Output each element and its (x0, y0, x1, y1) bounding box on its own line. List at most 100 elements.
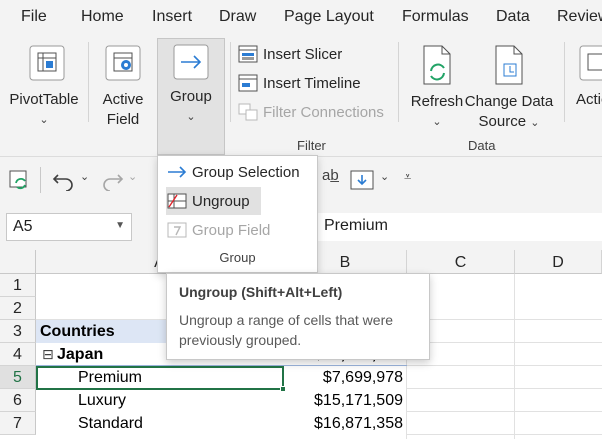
pivottable-label: PivotTable (9, 91, 79, 108)
gridline (407, 388, 602, 389)
filter-connections-icon (238, 103, 258, 121)
gridline (514, 274, 515, 439)
cell-b7[interactable]: $16,871,358 (292, 415, 403, 433)
change-data-source-label-2: Source (478, 113, 527, 130)
insert-timeline-button[interactable]: Insert Timeline (238, 74, 361, 92)
tooltip-body: Ungroup a range of cells that were previ… (179, 310, 417, 350)
actions-icon (579, 45, 602, 81)
tab-home[interactable]: Home (81, 8, 124, 26)
actions-button[interactable]: Actio (572, 40, 602, 126)
group-button[interactable]: Group ⌄ (157, 38, 225, 155)
gridline (407, 411, 602, 412)
column-header-d[interactable]: D (515, 250, 602, 274)
cell-a4[interactable]: Japan (57, 346, 103, 364)
group-dropdown-footer: Group (219, 250, 256, 265)
group-label: Group (170, 88, 212, 105)
chevron-down-icon: ⌄ (39, 114, 49, 126)
refresh-button[interactable]: Refresh ⌄ (408, 40, 466, 128)
chevron-down-icon[interactable]: ⌄ (80, 170, 89, 183)
chevron-down-icon[interactable]: ⌄ (128, 170, 137, 183)
menu-bar: File Home Insert Draw Page Layout Formul… (0, 0, 602, 36)
sort-icon[interactable] (350, 169, 376, 191)
chevron-down-icon[interactable]: ▼ (115, 220, 125, 231)
tooltip-body-line-1: Ungroup a range of cells that were (179, 312, 394, 328)
active-field-icon (105, 45, 141, 81)
tab-insert[interactable]: Insert (152, 8, 192, 26)
change-data-source-button[interactable]: Change Data Source ⌄ (464, 40, 554, 130)
tooltip-title: Ungroup (Shift+Alt+Left) (179, 284, 343, 300)
undo-icon[interactable] (52, 169, 76, 191)
save-refresh-icon[interactable] (8, 169, 30, 191)
arrow-right-icon (168, 166, 187, 178)
group-icon (173, 44, 209, 80)
insert-timeline-label: Insert Timeline (263, 74, 361, 92)
group-field-menu-item[interactable]: Group Field (166, 216, 311, 244)
gridline (407, 434, 602, 435)
gridline (407, 342, 602, 343)
tab-review[interactable]: Review (557, 8, 602, 26)
selected-cell-border (36, 366, 284, 390)
group-selection-label: Group Selection (192, 163, 300, 181)
row-header-3[interactable]: 3 (0, 320, 36, 343)
cell-a6[interactable]: Luxury (78, 392, 126, 410)
chevron-down-icon: ⌄ (432, 116, 442, 128)
tab-formulas[interactable]: Formulas (402, 8, 469, 26)
filter-group-label: Filter (297, 138, 326, 153)
row-header-4[interactable]: 4 (0, 343, 36, 366)
cell-b6[interactable]: $15,171,509 (292, 392, 403, 410)
filter-connections-label: Filter Connections (263, 103, 384, 121)
row-header-1[interactable]: 1 (0, 274, 36, 297)
row-header-5[interactable]: 5 (0, 366, 36, 389)
ungroup-icon (167, 193, 187, 209)
gridline (407, 365, 602, 366)
tab-data[interactable]: Data (496, 8, 530, 26)
tab-draw[interactable]: Draw (219, 8, 256, 26)
tab-file[interactable]: File (21, 8, 47, 26)
row-header-2[interactable]: 2 (0, 297, 36, 320)
ungroup-tooltip: Ungroup (Shift+Alt+Left) Ungroup a range… (166, 273, 430, 360)
row-header-6[interactable]: 6 (0, 389, 36, 412)
redo-icon[interactable] (100, 169, 124, 191)
group-selection-menu-item[interactable]: Group Selection (166, 158, 311, 186)
customize-qat-icon[interactable]: ⩡ (404, 169, 411, 185)
name-box-value: A5 (13, 218, 33, 235)
formula-input[interactable]: Premium (318, 213, 602, 241)
name-box[interactable]: A5 ▼ (6, 213, 132, 241)
row-header-7[interactable]: 7 (0, 412, 36, 435)
cell-a7[interactable]: Standard (78, 415, 143, 433)
active-field-button[interactable]: Active Field (94, 40, 152, 128)
chevron-down-icon: ⌄ (186, 111, 196, 123)
group-field-icon (167, 222, 187, 238)
ribbon-divider (88, 42, 89, 122)
data-group-label: Data (468, 138, 496, 153)
cell-a3[interactable]: Countries (40, 323, 115, 341)
formula-value: Premium (324, 217, 389, 234)
tab-page-layout[interactable]: Page Layout (284, 8, 374, 26)
fill-handle[interactable] (280, 386, 286, 392)
refresh-label: Refresh (410, 93, 464, 110)
column-header-c[interactable]: C (407, 250, 515, 274)
ungroup-label: Ungroup (192, 192, 250, 210)
collapse-icon[interactable]: ⊟ (42, 346, 54, 363)
group-dropdown-menu: Group Selection Ungroup Group Field Grou… (157, 155, 318, 273)
insert-slicer-label: Insert Slicer (263, 45, 343, 63)
insert-slicer-button[interactable]: Insert Slicer (238, 45, 342, 63)
cell-a5[interactable]: Premium (78, 369, 142, 387)
active-field-label-2: Field (106, 111, 140, 128)
select-all-corner[interactable] (0, 250, 36, 274)
change-data-source-icon (495, 45, 523, 85)
timeline-icon (238, 74, 258, 92)
chevron-down-icon[interactable]: ⌄ (380, 170, 389, 183)
filter-connections-button[interactable]: Filter Connections (238, 103, 384, 121)
actions-label: Actio (576, 91, 602, 108)
pivottable-icon (29, 45, 65, 81)
pivottable-button[interactable]: PivotTable ⌄ (4, 40, 84, 126)
ribbon-divider (564, 42, 565, 122)
slicer-icon (238, 45, 258, 63)
ungroup-menu-item[interactable]: Ungroup (166, 187, 261, 215)
change-data-source-label-1: Change Data (464, 93, 554, 110)
cell-b5[interactable]: $7,699,978 (292, 369, 403, 387)
spelling-icon[interactable]: ab̲ (322, 167, 339, 184)
active-field-label-1: Active (102, 91, 144, 108)
refresh-icon (423, 45, 451, 85)
